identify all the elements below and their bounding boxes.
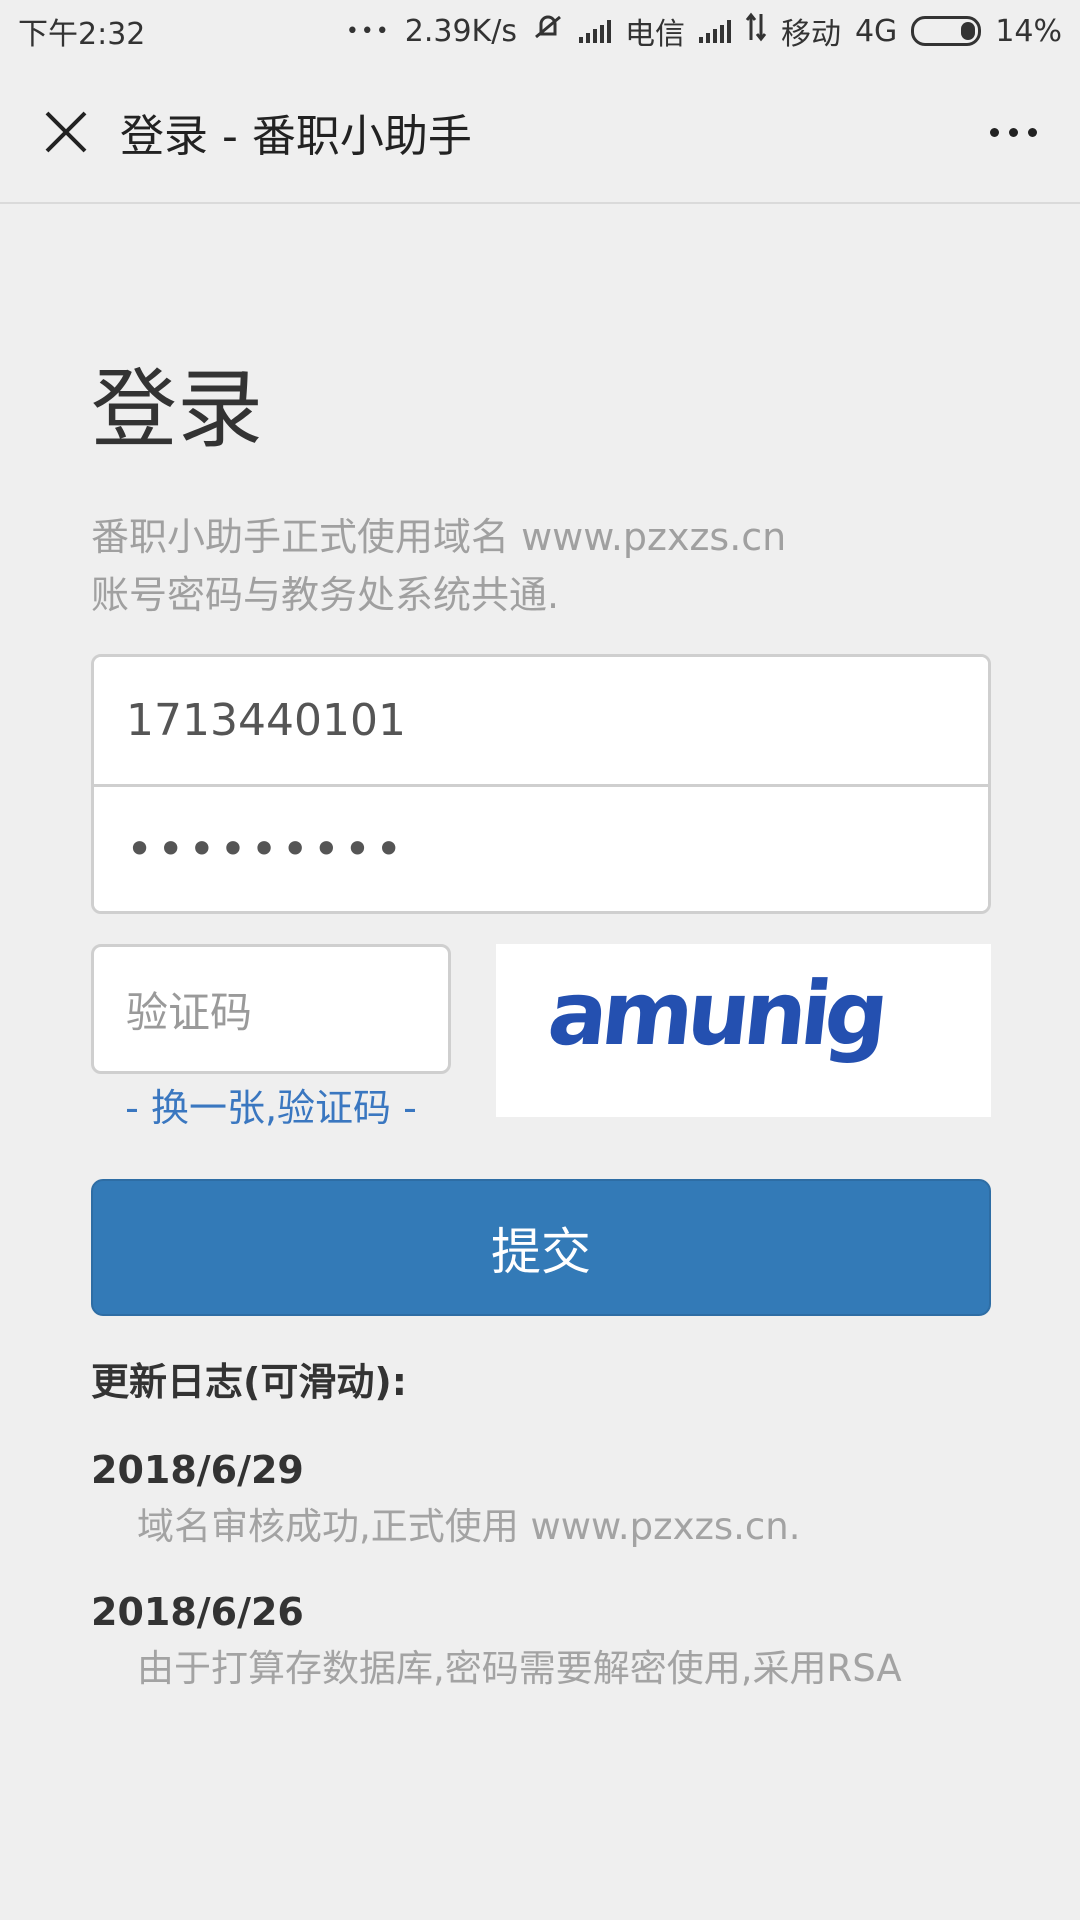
more-notifications-icon: •••: [345, 18, 391, 44]
carrier-1: 电信: [624, 17, 685, 52]
log-entry: 2018/6/29 域名审核成功,正式使用 www.pzxzs.cn.: [91, 1444, 991, 1552]
refresh-captcha-link[interactable]: - 换一张,验证码 -: [91, 1082, 451, 1134]
more-icon: [989, 127, 999, 137]
captcha-image[interactable]: amunig: [496, 944, 991, 1117]
captcha-row: 验证码 - 换一张,验证码 - amunig: [91, 944, 991, 1134]
captcha-placeholder: 验证码: [126, 987, 253, 1037]
more-button[interactable]: [958, 82, 1068, 182]
battery-percent: 14%: [995, 13, 1062, 49]
signal-icon-2: [698, 19, 731, 43]
submit-button[interactable]: 提交: [91, 1179, 991, 1316]
password-value: •••••••••: [126, 822, 407, 876]
username-input[interactable]: 1713440101: [94, 657, 988, 784]
signal-icon: [578, 19, 611, 43]
captcha-left: 验证码 - 换一张,验证码 -: [91, 944, 451, 1134]
subtitle-line-2: 账号密码与教务处系统共通.: [91, 573, 560, 617]
username-value: 1713440101: [126, 695, 406, 746]
log-date: 2018/6/26: [91, 1590, 304, 1634]
log-entry: 2018/6/26 由于打算存数据库,密码需要解密使用,采用RSA: [91, 1586, 991, 1694]
battery-icon: [911, 16, 982, 46]
status-bar: 下午2:32 ••• 2.39K/s 电信 移动 4G 14%: [0, 0, 1080, 62]
credentials-group: 1713440101 •••••••••: [91, 654, 991, 914]
subtitle: 番职小助手正式使用域名 www.pzxzs.cn 账号密码与教务处系统共通.: [91, 508, 991, 624]
log-date: 2018/6/29: [91, 1448, 304, 1492]
header-title: 登录 - 番职小助手: [120, 111, 472, 162]
password-input[interactable]: •••••••••: [94, 784, 988, 911]
close-button[interactable]: [16, 82, 116, 182]
subtitle-line-1: 番职小助手正式使用域名 www.pzxzs.cn: [91, 515, 787, 559]
network-speed: 2.39K/s: [404, 13, 517, 49]
network-type: 4G: [854, 13, 898, 49]
header-bar: 登录 - 番职小助手: [0, 62, 1080, 204]
captcha-text: amunig: [543, 962, 887, 1065]
captcha-input[interactable]: 验证码: [91, 944, 451, 1074]
login-form: 登录 番职小助手正式使用域名 www.pzxzs.cn 账号密码与教务处系统共通…: [91, 204, 991, 1694]
log-text: 由于打算存数据库,密码需要解密使用,采用RSA: [137, 1647, 902, 1690]
changelog-title: 更新日志(可滑动):: [91, 1360, 407, 1404]
page-title: 登录: [91, 360, 263, 460]
data-activity-icon: [745, 12, 767, 50]
close-icon: [45, 111, 87, 153]
log-text: 域名审核成功,正式使用 www.pzxzs.cn.: [137, 1505, 801, 1548]
carrier-2: 移动: [780, 17, 841, 52]
status-time: 下午2:32: [18, 17, 146, 52]
mute-icon: [531, 12, 565, 50]
status-indicators: ••• 2.39K/s 电信 移动 4G 14%: [346, 9, 1062, 53]
